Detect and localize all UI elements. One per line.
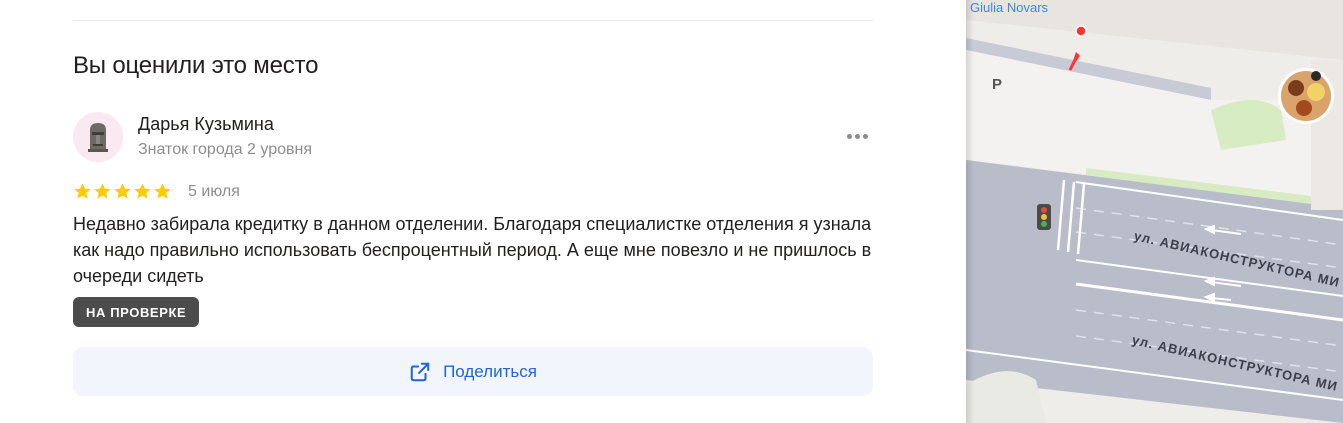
map-canvas[interactable] — [966, 0, 1343, 423]
dot — [862, 133, 868, 139]
traffic-light-icon — [1037, 204, 1051, 230]
review-panel: Вы оценили это место Дарья Кузьмина Знат… — [0, 0, 966, 423]
divider — [73, 20, 873, 21]
star-icon — [154, 183, 171, 199]
avatar[interactable] — [73, 112, 123, 162]
rating-stars — [73, 182, 172, 201]
section-title: Вы оценили это место — [73, 52, 319, 79]
review-text: Недавно забирала кредитку в данном отдел… — [73, 214, 872, 286]
star-icon — [94, 183, 111, 199]
star-icon — [74, 183, 91, 199]
moai-avatar-icon — [73, 112, 123, 162]
more-options-button[interactable] — [843, 126, 871, 146]
share-external-icon — [410, 362, 430, 381]
author-level: Знаток города 2 уровня — [138, 141, 313, 158]
star-icon — [134, 183, 151, 199]
parking-label: P — [992, 76, 1003, 93]
dot — [846, 133, 852, 139]
star-icon — [114, 183, 131, 199]
author-name[interactable]: Дарья Кузьмина — [138, 114, 274, 135]
review-date: 5 июля — [188, 183, 240, 200]
map-place-label[interactable]: Giulia Novars — [970, 0, 1048, 15]
dot — [854, 133, 860, 139]
share-label: Поделиться — [443, 361, 537, 381]
map[interactable]: Giulia Novars P ул. АВИАКОНСТРУКТОРА МИ … — [966, 0, 1343, 423]
share-button[interactable]: Поделиться — [73, 347, 873, 396]
status-badge: НА ПРОВЕРКЕ — [73, 297, 200, 327]
map-edge-shadow — [966, 0, 974, 423]
restaurant-poi-icon — [1278, 68, 1334, 124]
